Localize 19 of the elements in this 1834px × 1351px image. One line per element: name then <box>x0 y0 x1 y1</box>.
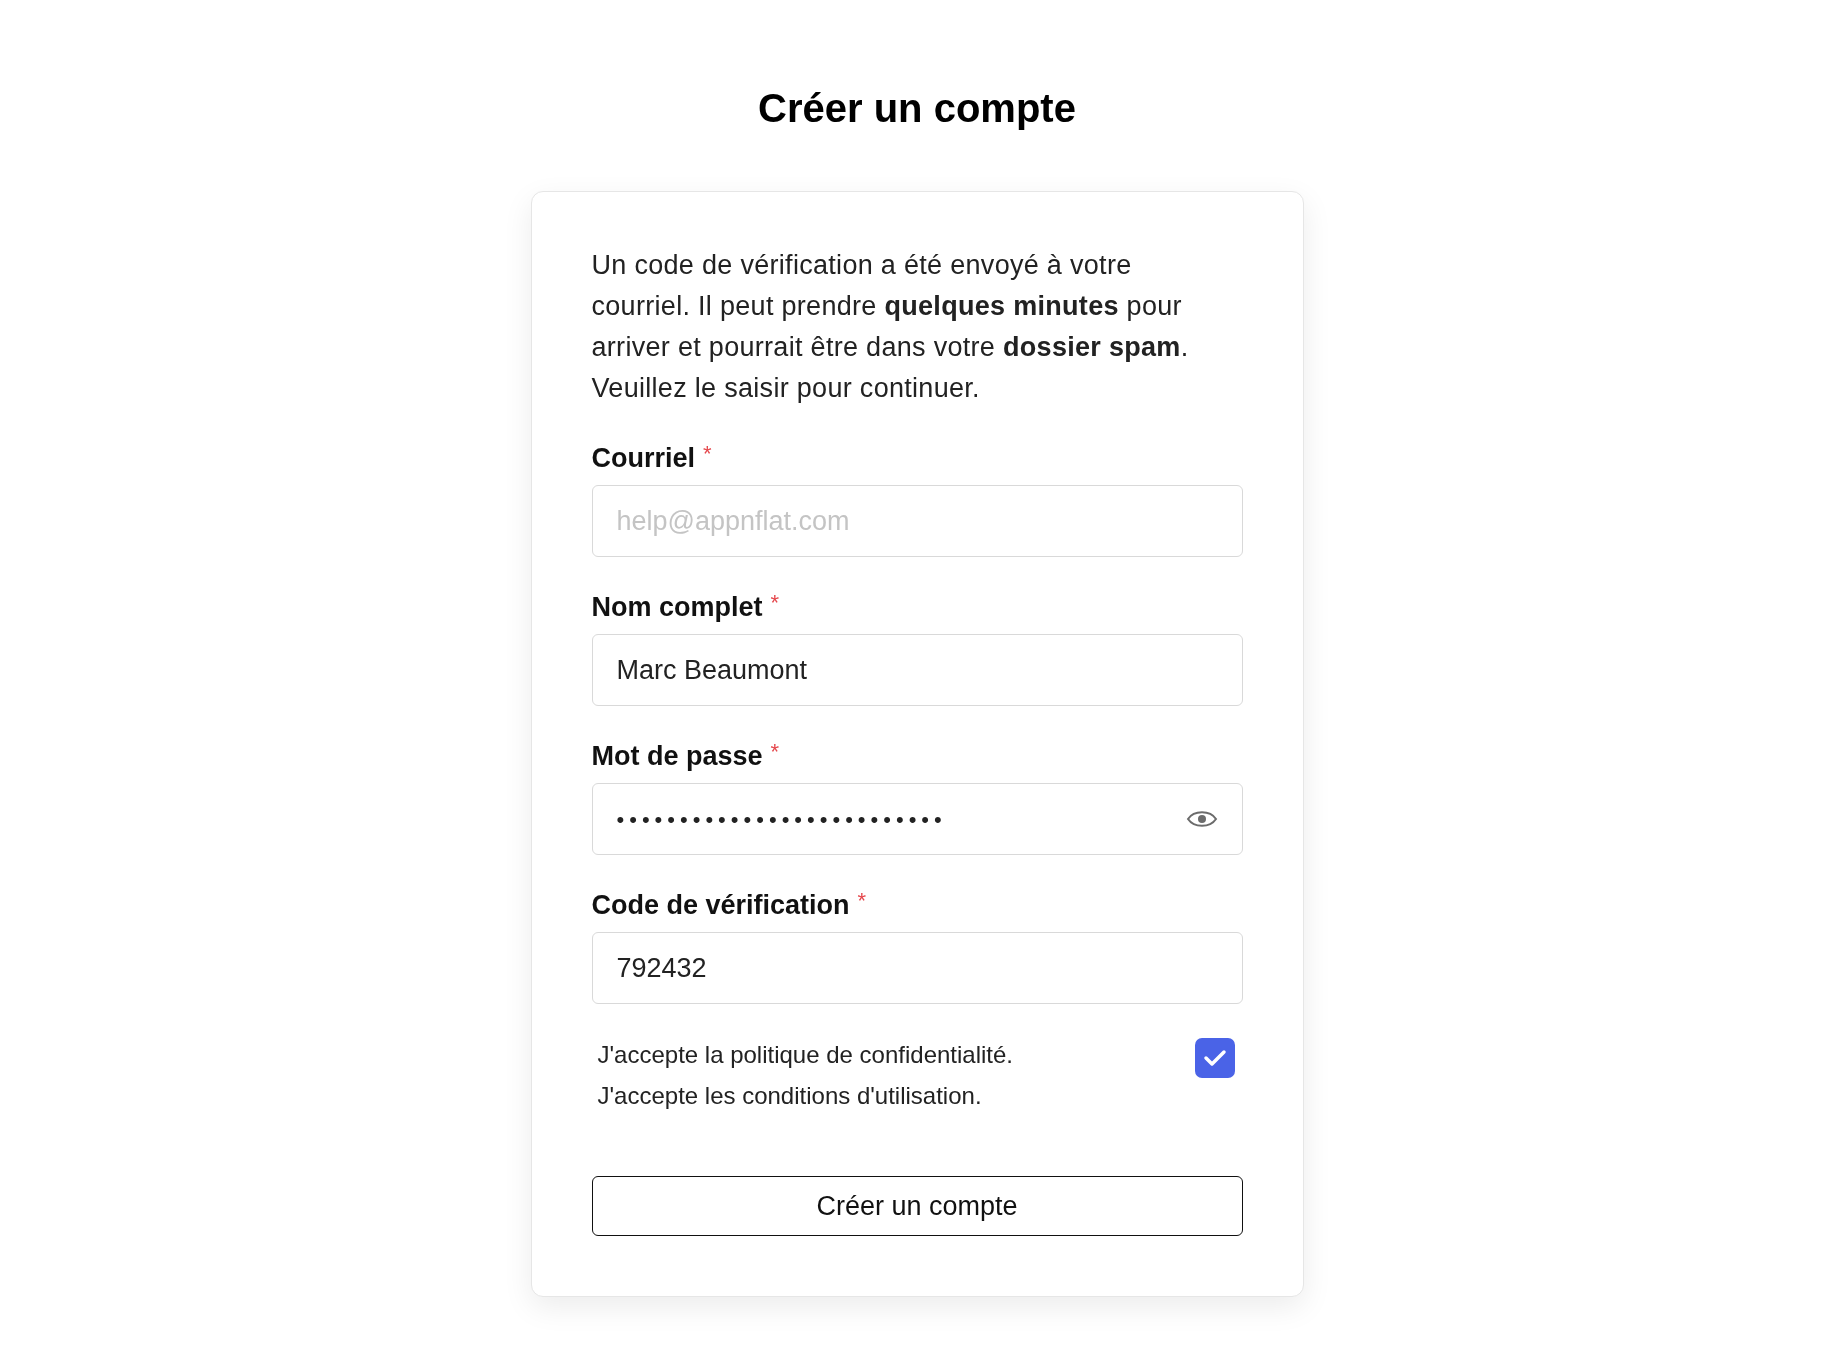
input-field[interactable]: Marc Beaumont <box>591 634 1243 706</box>
eye-icon[interactable] <box>1185 808 1218 830</box>
input-field[interactable]: 792432 <box>591 932 1243 1004</box>
required-asterisk: * <box>770 590 780 616</box>
create-account-button[interactable]: Créer un compte <box>591 1176 1243 1236</box>
required-asterisk: * <box>703 441 712 467</box>
required-asterisk: * <box>770 739 780 765</box>
check-icon <box>1202 1049 1227 1067</box>
intro-paragraph: Un code de vérification a été envoyé à votre courriel. Il peut prendre quelques minutes pour arriver et pourrait être dans votre dossier spam. Veuillez le saisir pour continuer. <box>591 249 1190 405</box>
field-label: Mot de passe <box>591 740 763 773</box>
field-label: Courriel <box>591 442 696 475</box>
field-label: Code de vérification <box>591 889 850 922</box>
agreement-text: J'accepte les conditions d'utilisation. <box>597 1081 983 1111</box>
required-asterisk: * <box>857 888 867 914</box>
checkbox[interactable] <box>1194 1038 1235 1078</box>
page-title: Créer un compte <box>758 85 1076 132</box>
password-field[interactable]: •••••••••••••••••••••••••• <box>591 783 1243 855</box>
agreement-text: J'accepte la politique de confidentialité. <box>597 1040 1014 1070</box>
field-label: Nom complet <box>591 591 763 624</box>
